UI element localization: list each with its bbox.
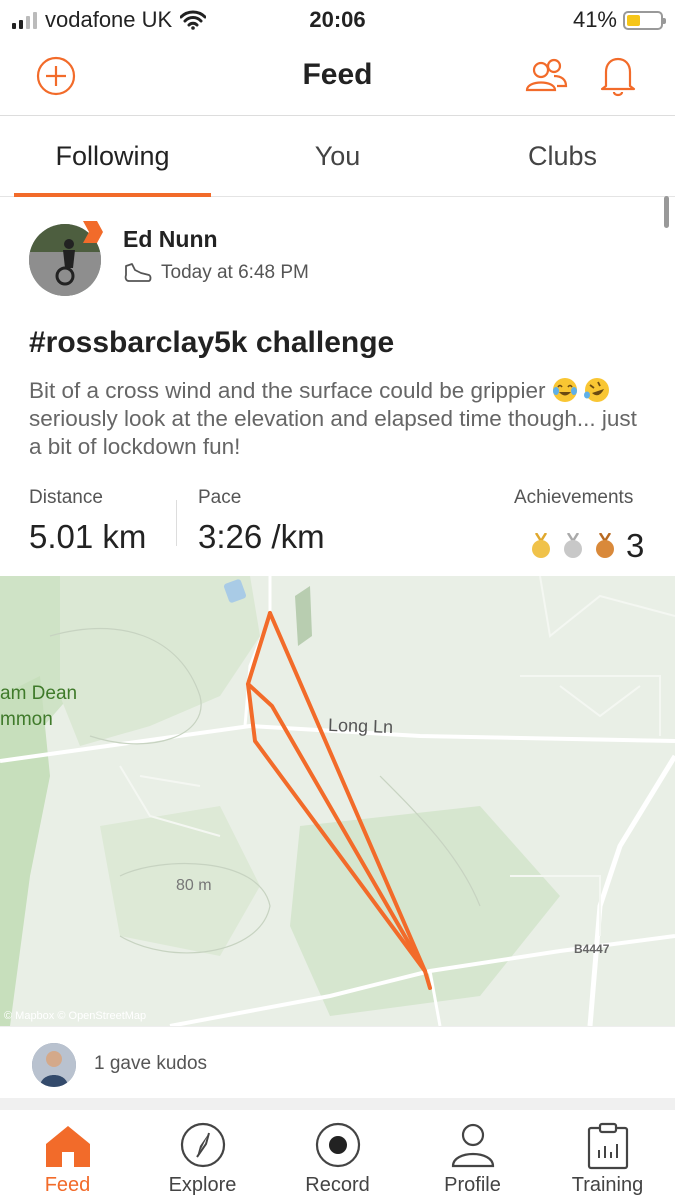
- rolling-laughing-emoji-icon: [584, 378, 610, 402]
- map-attribution: © Mapbox © OpenStreetMap: [4, 1010, 147, 1022]
- compass-icon: [180, 1122, 226, 1168]
- training-icon: [587, 1122, 629, 1170]
- nav-record-label: Record: [305, 1174, 370, 1196]
- kudos-row[interactable]: 1 gave kudos: [0, 1026, 675, 1098]
- scroll-indicator: [664, 196, 669, 228]
- activity-meta: Today at 6:48 PM: [123, 262, 309, 284]
- feed-separator: [0, 1098, 675, 1110]
- pace-value: 3:26 /km: [198, 518, 325, 555]
- description-text-2: seriously look at the elevation and elap…: [29, 406, 637, 459]
- page-title: Feed: [302, 58, 373, 91]
- map-label-elevation: 80 m: [176, 877, 212, 894]
- tab-you[interactable]: You: [225, 117, 450, 197]
- pace-label: Pace: [198, 487, 242, 508]
- athlete-name[interactable]: Ed Nunn: [123, 226, 218, 253]
- people-icon[interactable]: [524, 56, 568, 96]
- battery-percent: 41%: [572, 7, 617, 32]
- achievements-medals[interactable]: 3: [530, 527, 644, 565]
- map-label-area-1: am Dean: [0, 683, 78, 704]
- shoe-icon: [124, 263, 152, 282]
- nav-explore[interactable]: Explore: [135, 1110, 270, 1200]
- gold-medal-icon: [532, 533, 550, 558]
- tab-following[interactable]: Following: [0, 117, 225, 197]
- map-label-area-2: mmon: [0, 709, 53, 730]
- nav-feed-label: Feed: [44, 1174, 91, 1196]
- home-icon: [46, 1126, 90, 1167]
- profile-icon: [451, 1123, 495, 1168]
- subscriber-badge-icon: [83, 221, 103, 243]
- activity-map[interactable]: am Dean mmon Long Ln 80 m B4447 © Mapbox…: [0, 576, 675, 1026]
- status-bar: vodafone UK 20:06 41%: [0, 0, 675, 40]
- app-header: Feed: [0, 40, 675, 116]
- bottom-nav: Feed Explore Record Profile Training: [0, 1110, 675, 1200]
- bell-icon[interactable]: [598, 54, 638, 98]
- activity-description: Bit of a cross wind and the surface coul…: [29, 377, 649, 461]
- achievements-count: 3: [626, 527, 645, 564]
- nav-profile[interactable]: Profile: [405, 1110, 540, 1200]
- activity-time: Today at 6:48 PM: [161, 262, 309, 283]
- description-text-1: Bit of a cross wind and the surface coul…: [29, 378, 546, 403]
- bronze-medal-icon: [596, 533, 614, 558]
- achievements-label: Achievements: [514, 487, 634, 508]
- stat-divider: [176, 500, 177, 546]
- distance-label: Distance: [29, 487, 103, 508]
- tears-of-joy-emoji-icon: [552, 378, 577, 402]
- tab-clubs[interactable]: Clubs: [450, 117, 675, 197]
- battery-icon: [623, 10, 666, 30]
- nav-explore-label: Explore: [168, 1174, 237, 1196]
- record-icon: [315, 1122, 361, 1168]
- kudos-avatar: [32, 1043, 76, 1087]
- feed-tabs: Following You Clubs: [0, 117, 675, 197]
- map-label-road-code: B4447: [574, 942, 610, 956]
- nav-feed[interactable]: Feed: [0, 1110, 135, 1200]
- map-label-road: Long Ln: [327, 714, 394, 738]
- activity-title[interactable]: #rossbarclay5k challenge: [29, 326, 394, 360]
- active-tab-indicator: [14, 193, 211, 197]
- silver-medal-icon: [564, 533, 582, 558]
- nav-profile-label: Profile: [444, 1174, 501, 1196]
- nav-record[interactable]: Record: [270, 1110, 405, 1200]
- nav-training-label: Training: [571, 1174, 644, 1196]
- kudos-text: 1 gave kudos: [94, 1053, 208, 1074]
- distance-value: 5.01 km: [29, 518, 147, 555]
- nav-training[interactable]: Training: [540, 1110, 675, 1200]
